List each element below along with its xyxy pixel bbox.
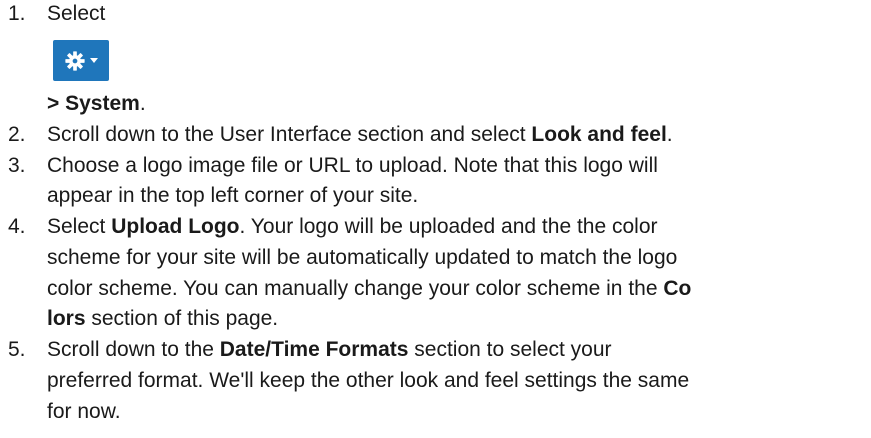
- step-text-line: scheme for your site will be automatical…: [47, 246, 678, 269]
- step-text-part: section of this page.: [85, 307, 279, 330]
- colors-label-part1: Co: [663, 277, 692, 300]
- look-and-feel-label: Look and feel: [531, 123, 667, 146]
- step-text-part: .: [666, 123, 673, 146]
- step-text: Scroll down to the User Interface sectio…: [47, 123, 673, 147]
- step-text-line: for now.: [47, 400, 121, 423]
- step-text-part: color scheme. You can manually change yo…: [47, 277, 664, 300]
- step-text: Select: [47, 2, 106, 25]
- step-text-part: . Your logo will be uploaded and the the…: [239, 215, 658, 238]
- step-number: 2.: [8, 123, 26, 146]
- step-text-line: Select Upload Logo. Your logo will be up…: [47, 215, 658, 239]
- step-number: 1.: [8, 2, 26, 25]
- gear-icon: [65, 50, 85, 71]
- step-text-line: Scroll down to the Date/Time Formats sec…: [47, 338, 612, 362]
- step-text-line: lors section of this page.: [47, 307, 278, 331]
- upload-logo-label: Upload Logo: [111, 215, 240, 238]
- step-number: 5.: [8, 338, 26, 361]
- step-text-line: Choose a logo image file or URL to uploa…: [47, 154, 658, 177]
- path-suffix: > System: [47, 92, 140, 115]
- step-text-part: Scroll down to the User Interface sectio…: [47, 123, 532, 146]
- colors-label-part2: lors: [47, 307, 86, 330]
- step-number: 3.: [8, 154, 26, 177]
- date-time-formats-label: Date/Time Formats: [219, 338, 409, 361]
- period: .: [139, 92, 146, 115]
- step-text-part: Select: [47, 215, 112, 238]
- step-text: > System.: [47, 92, 146, 116]
- step-text-part: Scroll down to the: [47, 338, 220, 361]
- step-number: 4.: [8, 215, 26, 238]
- step-text-part: section to select your: [408, 338, 612, 361]
- step-text-line: appear in the top left corner of your si…: [47, 184, 419, 207]
- caret-down-icon: [90, 57, 98, 63]
- step-text-line: preferred format. We'll keep the other l…: [47, 369, 690, 392]
- step-text-line: color scheme. You can manually change yo…: [47, 277, 691, 301]
- settings-gear-button[interactable]: [53, 40, 109, 81]
